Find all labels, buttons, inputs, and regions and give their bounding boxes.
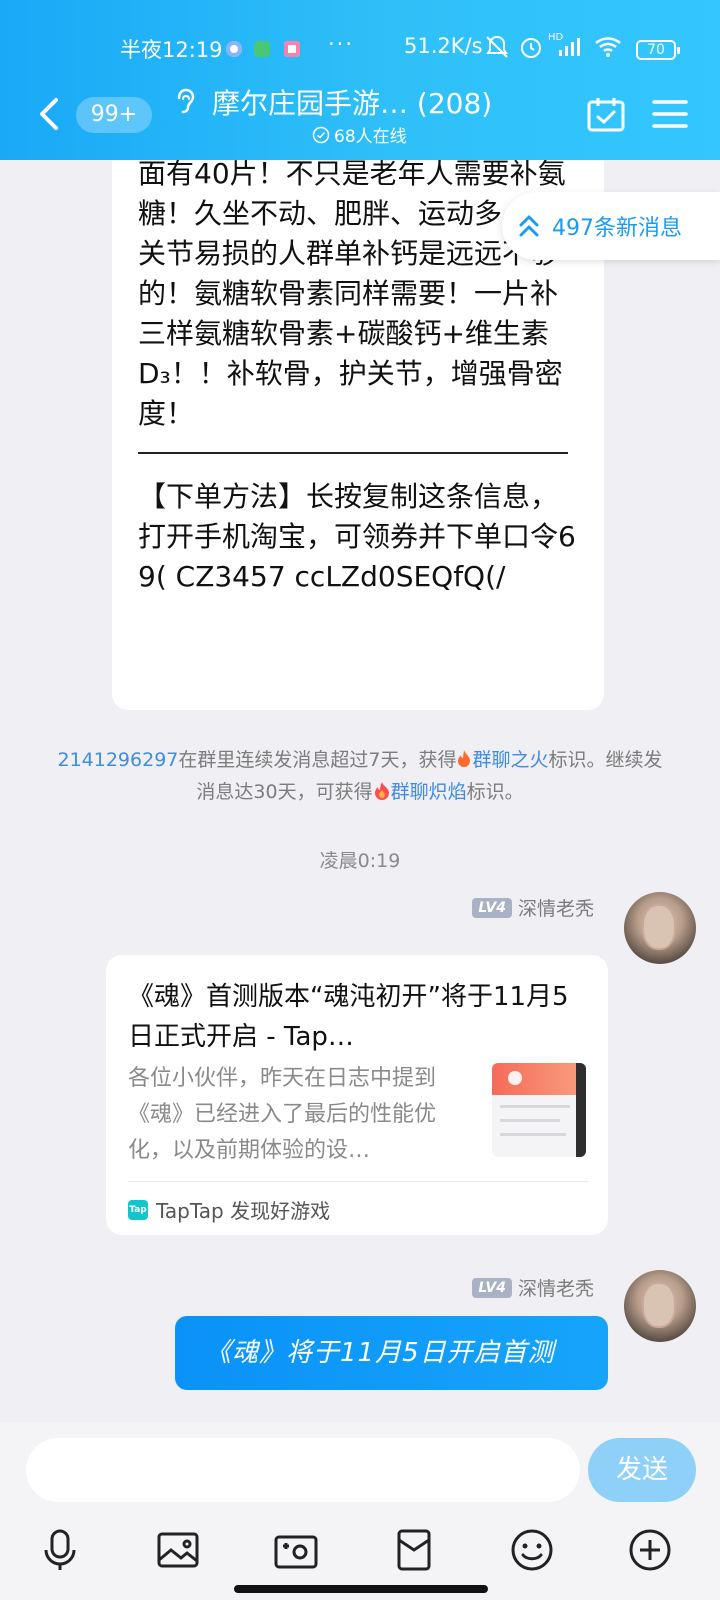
notice-text: 在群里连续发消息超过7天，获得 [178, 749, 457, 771]
ear-icon[interactable] [174, 88, 196, 116]
app-notification-icon [226, 41, 242, 57]
sender-name[interactable]: 深情老秃 [518, 894, 594, 921]
online-count[interactable]: 68人在线 [312, 122, 407, 147]
signal-icon [559, 38, 580, 56]
time-separator: 凌晨0:19 [319, 850, 401, 872]
message-input[interactable] [26, 1438, 580, 1502]
double-chevron-up-icon [519, 215, 539, 237]
new-messages-label: 497条新消息 [552, 216, 682, 241]
plus-icon[interactable] [626, 1526, 674, 1574]
system-notice: 2141296297在群里连续发消息超过7天，获得 群聊之火标识。继续发消息达30… [50, 744, 670, 808]
wifi-icon [595, 37, 621, 57]
notice-text: 标识。 [466, 781, 524, 803]
alarm-icon [521, 38, 541, 58]
avatar[interactable] [624, 1270, 696, 1342]
link-card[interactable]: 《魂》首测版本“魂沌初开”将于11月5日正式开启 - Tap… 各位小伙伴，昨天… [106, 955, 608, 1235]
sender-name[interactable]: 深情老秃 [518, 1274, 594, 1301]
badge-link[interactable]: 群聊之火 [472, 749, 548, 771]
divider [138, 452, 568, 454]
sender-info: LV4 深情老秃 [472, 1274, 594, 1301]
download-notification-icon [254, 41, 270, 57]
unread-count-badge[interactable]: 99+ [76, 97, 152, 133]
taptap-icon: Tap [128, 1199, 148, 1220]
card-thumbnail [492, 1063, 586, 1157]
badge-link[interactable]: 群聊炽焰 [391, 781, 467, 803]
send-button[interactable]: 发送 [588, 1438, 696, 1502]
card-source: Tap TapTap 发现好游戏 [128, 1195, 330, 1224]
battery-indicator: 70 [636, 40, 680, 60]
chat-header: 半夜12:19 ··· 51.2K/s HD 70 99+ 摩尔庄园手游… (2… [0, 0, 720, 160]
message-bubble[interactable]: 《魂》将于11月5日开启首测 [175, 1316, 608, 1390]
camera-icon[interactable] [272, 1526, 320, 1574]
image-icon[interactable] [154, 1526, 202, 1574]
red-packet-icon[interactable] [390, 1526, 438, 1574]
menu-icon[interactable] [652, 98, 688, 130]
sender-info: LV4 深情老秃 [472, 894, 594, 921]
message-paragraph: 【下单方法】长按复制这条信息，打开手机淘宝，可领券并下单口令69( CZ3457… [138, 480, 576, 593]
network-speed: 51.2K/s [404, 34, 483, 58]
new-messages-button[interactable]: 497条新消息 [502, 192, 720, 260]
check-circle-icon [312, 126, 330, 143]
back-icon[interactable] [36, 96, 64, 132]
input-area: 发送 [0, 1422, 720, 1600]
blaze-icon [374, 782, 389, 800]
level-badge: LV4 [472, 897, 512, 918]
mute-icon [486, 35, 508, 58]
card-description: 各位小伙伴，昨天在日志中提到《魂》已经进入了最后的性能优化，以及前期体验的设… [128, 1066, 437, 1163]
more-notifications: ··· [328, 32, 355, 56]
calendar-check-icon[interactable] [586, 96, 626, 134]
card-source-label: TapTap 发现好游戏 [156, 1199, 331, 1223]
online-count-text: 68人在线 [334, 127, 407, 147]
status-bar: 半夜12:19 ··· 51.2K/s HD 70 [0, 30, 720, 66]
card-title: 《魂》首测版本“魂沌初开”将于11月5日正式开启 - Tap… [128, 982, 569, 1052]
home-indicator[interactable] [234, 1585, 488, 1593]
message-paragraph: 面有40片！不只是老年人需要补氨糖！久坐不动、肥胖、运动多、是关节易损的人群单补… [138, 157, 566, 430]
level-badge: LV4 [472, 1277, 512, 1298]
status-time: 半夜12:19 [120, 38, 223, 62]
mic-icon[interactable] [36, 1526, 84, 1574]
group-title[interactable]: 摩尔庄园手游… (208) [212, 82, 492, 122]
emoji-icon[interactable] [508, 1526, 556, 1574]
flame-icon [458, 750, 471, 767]
user-id-link[interactable]: 2141296297 [57, 749, 178, 771]
avatar[interactable] [624, 892, 696, 964]
divider [128, 1181, 588, 1182]
app-notification-icon-2 [284, 41, 300, 57]
